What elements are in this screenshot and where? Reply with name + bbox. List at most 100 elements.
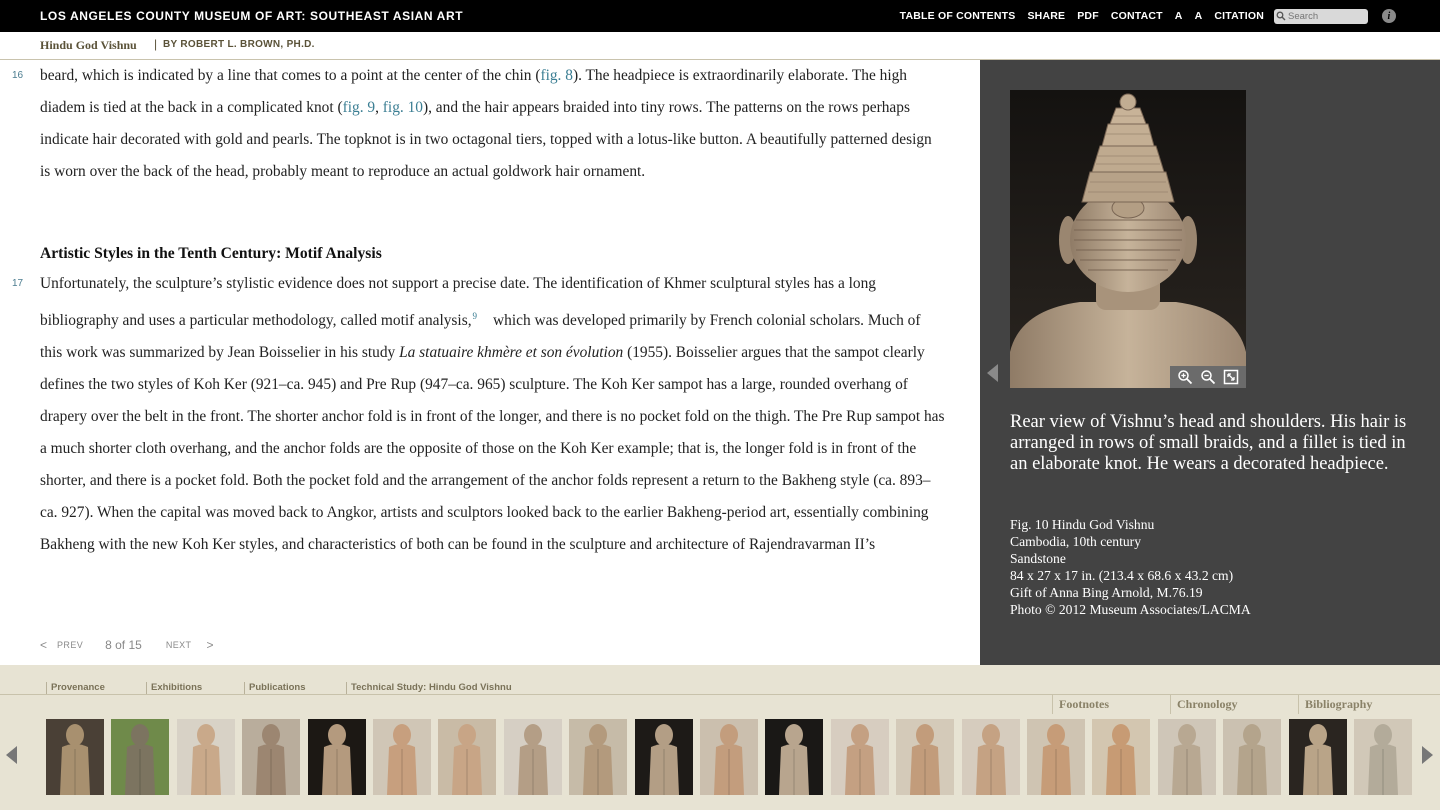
previous-figure-arrow-icon[interactable] [987,364,998,382]
sculpture-thumbnail-image [648,724,679,795]
tab-publications[interactable]: Publications [244,682,305,694]
sculpture-thumbnail-image [1237,724,1268,795]
fig-10-link[interactable]: fig. 10 [383,99,423,116]
font-smaller-button[interactable]: A [1175,10,1183,22]
zoom-in-icon[interactable] [1176,368,1194,386]
figure-credits: Fig. 10 Hindu God Vishnu Cambodia, 10th … [1010,516,1251,618]
sculpture-thumbnail-image [452,724,483,795]
pager: < PREV 8 of 15 NEXT > [40,635,213,655]
tab-exhibitions[interactable]: Exhibitions [146,682,202,694]
nav-table-of-contents[interactable]: TABLE OF CONTENTS [900,10,1016,22]
separator: | [154,37,158,51]
font-larger-button[interactable]: A [1195,10,1203,22]
prev-page-button[interactable]: PREV [57,640,83,650]
nav-pdf[interactable]: PDF [1077,10,1099,22]
sculpture-thumbnail-image [256,724,287,795]
sculpture-thumbnail-image [1106,724,1137,795]
nav-contact[interactable]: CONTACT [1111,10,1163,22]
figure-image[interactable] [1010,90,1246,388]
sculpture-thumbnail-image [387,724,417,795]
bottom-bar: Provenance Exhibitions Publications Tech… [0,665,1440,810]
paragraph-number: 16 [12,70,24,81]
thumbnail-10[interactable] [634,719,693,795]
credit-line: Photo © 2012 Museum Associates/LACMA [1010,602,1251,617]
tab-chronology[interactable]: Chronology [1170,695,1237,714]
prev-arrow-icon[interactable]: < [40,638,47,652]
next-page-button[interactable]: NEXT [166,640,192,650]
thumbnail-12[interactable] [765,719,824,795]
essay-title: Hindu God Vishnu [40,38,137,52]
sculpture-thumbnail-image [583,724,614,795]
thumbnail-3[interactable] [176,719,235,795]
sculpture-thumbnail-image [844,724,875,795]
thumbnail-16[interactable] [1027,719,1085,795]
zoom-out-icon[interactable] [1199,368,1217,386]
section-heading: Artistic Styles in the Tenth Century: Mo… [40,245,382,262]
tab-footnotes[interactable]: Footnotes [1052,695,1109,714]
thumbnails-left-arrow-icon[interactable] [6,746,17,764]
site-title[interactable]: LOS ANGELES COUNTY MUSEUM OF ART: SOUTHE… [40,9,463,23]
thumbnail-7[interactable] [438,719,497,795]
thumbnail-14[interactable] [896,719,955,795]
paragraph-text: , [375,99,383,116]
bottom-tabs: Provenance Exhibitions Publications Tech… [0,665,1440,695]
fig-8-link[interactable]: fig. 8 [540,67,573,84]
sculpture-thumbnail-image [1368,724,1398,795]
sculpture-thumbnail-image [1302,724,1333,795]
thumbnail-15[interactable] [961,719,1020,795]
credit-line: 84 x 27 x 17 in. (213.4 x 68.6 x 43.2 cm… [1010,568,1234,583]
next-arrow-icon[interactable]: > [206,638,213,652]
sculpture-thumbnail-image [60,724,90,795]
thumbnail-4[interactable] [242,719,301,795]
thumbnail-19[interactable] [1223,719,1282,795]
essay-author: BY ROBERT L. BROWN, PH.D. [163,39,315,50]
thumbnail-1[interactable] [46,719,104,795]
sculpture-thumbnail-image [125,724,156,795]
footnote-link[interactable]: 9 [473,311,478,321]
vishnu-rear-view-image [1010,90,1246,388]
thumbnail-18[interactable] [1157,719,1216,795]
thumbnail-6[interactable] [373,719,431,795]
nav-share[interactable]: SHARE [1027,10,1065,22]
sculpture-thumbnail-image [321,724,352,795]
thumbnail-21[interactable] [1354,719,1412,795]
image-toolbar [1170,366,1246,388]
sculpture-thumbnail-image [517,724,548,795]
paragraph-text: (1955). Boisselier argues that the sampo… [40,344,945,553]
thumbnail-20[interactable] [1288,719,1347,795]
credit-line: Cambodia, 10th century [1010,534,1141,549]
paragraph-text: beard, which is indicated by a line that… [40,67,541,84]
tab-technical-study[interactable]: Technical Study: Hindu God Vishnu [346,682,512,694]
sculpture-thumbnail-image [190,724,221,795]
tab-provenance[interactable]: Provenance [46,682,105,694]
sculpture-thumbnail-image [975,724,1006,795]
figure-caption: Rear view of Vishnu’s head and shoulders… [1010,412,1407,474]
sculpture-thumbnail-image [779,724,810,795]
credit-line: Gift of Anna Bing Arnold, M.76.19 [1010,585,1203,600]
thumbnail-2[interactable] [111,719,170,795]
thumbnail-17[interactable] [1092,719,1151,795]
book-title: La statuaire khmère et son évolution [399,344,624,361]
nav-citation[interactable]: CITATION [1214,10,1264,22]
thumbnail-8[interactable] [503,719,562,795]
fullscreen-icon[interactable] [1222,368,1240,386]
info-icon[interactable]: i [1382,9,1396,23]
fig-9-link[interactable]: fig. 9 [343,99,376,116]
figure-panel: Rear view of Vishnu’s head and shoulders… [980,60,1440,665]
search-box[interactable] [1274,8,1368,24]
search-input[interactable] [1286,10,1364,22]
thumbnail-9[interactable] [569,719,628,795]
thumbnails-right-arrow-icon[interactable] [1422,746,1433,764]
thumbnail-13[interactable] [830,719,889,795]
sculpture-thumbnail-image [1041,724,1071,795]
top-bar: LOS ANGELES COUNTY MUSEUM OF ART: SOUTHE… [0,0,1440,32]
paragraph-number: 17 [12,278,24,289]
thumbnail-11[interactable] [700,719,758,795]
search-icon [1276,11,1286,21]
thumbnail-5[interactable] [307,719,366,795]
credit-line: Sandstone [1010,551,1066,566]
sculpture-thumbnail-image [714,724,744,795]
credit-line: Fig. 10 Hindu God Vishnu [1010,517,1155,532]
tab-bibliography[interactable]: Bibliography [1298,695,1372,714]
article-body: 16 beard, which is indicated by a line t… [0,60,980,665]
